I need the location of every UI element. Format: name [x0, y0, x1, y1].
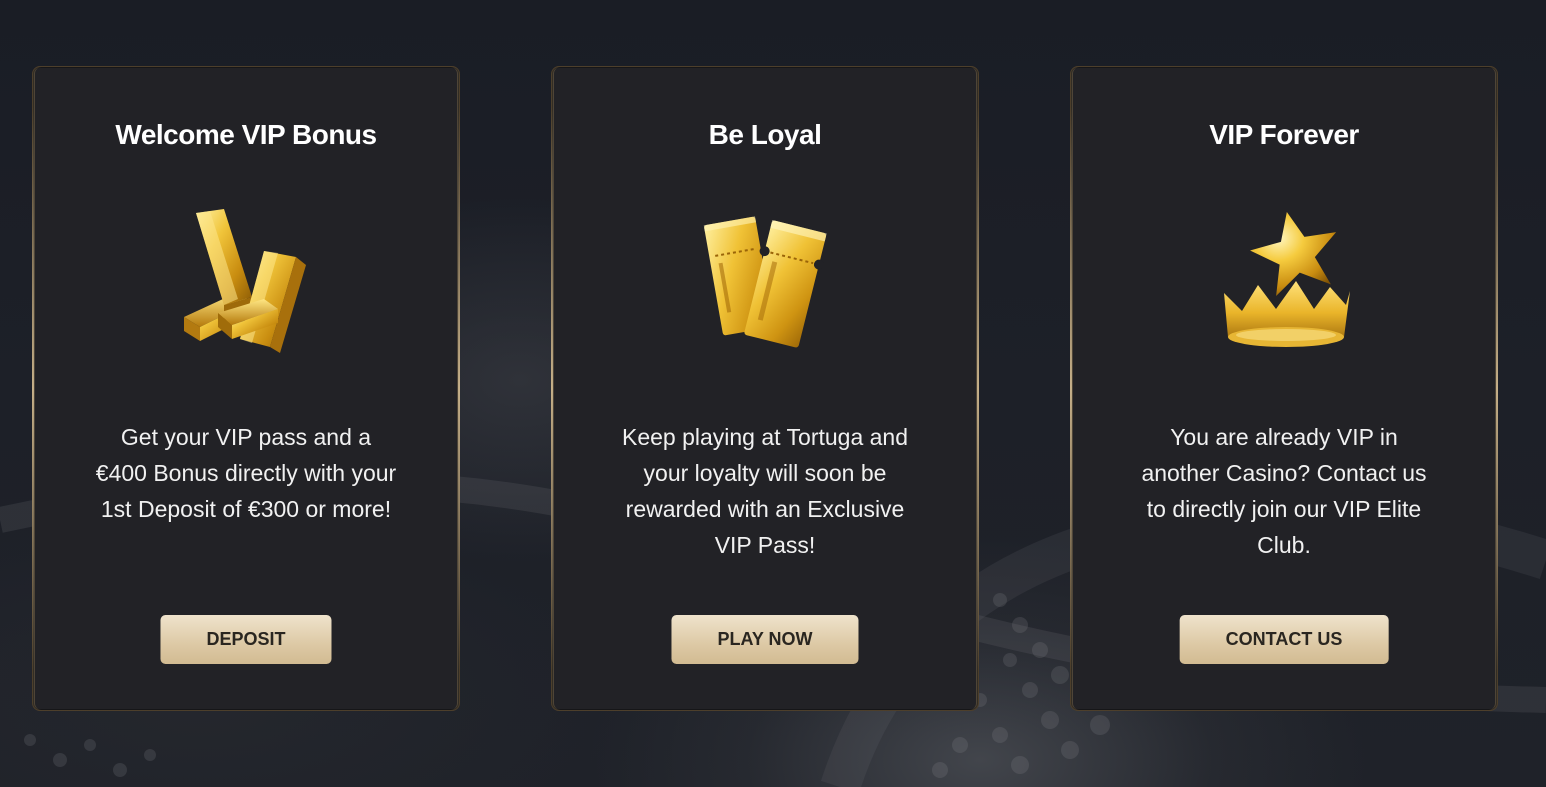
card-title: Be Loyal [708, 119, 822, 150]
deposit-button[interactable]: DEPOSIT [160, 615, 332, 664]
golden-tickets-icon [703, 216, 827, 348]
card-description: You are already VIP in another Casino? C… [1141, 424, 1427, 558]
card-title: VIP Forever [1209, 119, 1359, 150]
play-now-button[interactable]: PLAY NOW [671, 615, 859, 664]
card-title: Welcome VIP Bonus [115, 119, 377, 150]
star-crown-icon [1224, 211, 1350, 347]
card-description: Get your VIP pass and a €400 Bonus direc… [95, 424, 397, 522]
vip-forever-card: VIP Forever You are already VIP in anoth… [1070, 66, 1498, 711]
contact-us-button[interactable]: CONTACT US [1179, 615, 1389, 664]
welcome-vip-bonus-card: Welcome VIP Bonus Get your VIP pass and … [32, 66, 460, 711]
card-description: Keep playing at Tortuga and your loyalty… [621, 424, 909, 558]
be-loyal-card: Be Loyal Keep playing at Tortuga and you… [551, 66, 979, 711]
vip-cards-container: Welcome VIP Bonus Get your VIP pass and … [32, 66, 1502, 713]
gold-bars-icon [184, 209, 306, 353]
